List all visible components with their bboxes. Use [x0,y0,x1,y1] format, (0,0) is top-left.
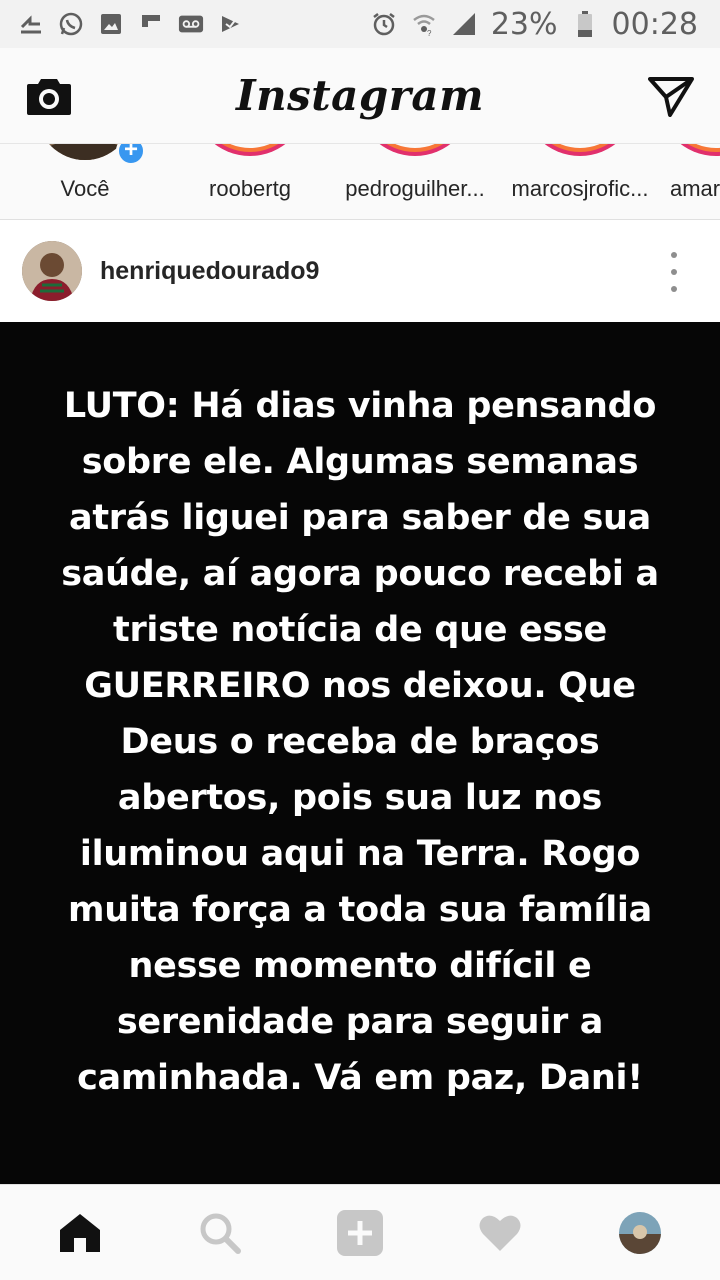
clock: 00:28 [611,6,698,42]
stories-tray: + Você roobertg pedroguilher... marcosjr… [0,144,720,220]
story-ring [200,144,300,160]
search-icon [200,1213,241,1254]
avatar[interactable] [22,241,82,301]
home-icon [60,1213,100,1252]
post-text-line: sobre ele. Algumas semanas [81,442,639,482]
post-text-line: abertos, pois sua luz nos [117,778,603,818]
post-text-line: Deus o receba de braços [120,722,600,762]
battery-percentage: 23% [490,6,558,42]
status-bar: ? 23% 00:28 [0,0,720,48]
story-label: pedroguilher... [345,176,485,201]
image-icon [98,11,124,37]
post-text-line: iluminou aqui na Terra. Rogo [79,834,641,874]
post-image-text: LUTO: Há dias vinha pensando sobre ele. … [40,378,680,1106]
story-ring [365,144,465,160]
camera-button[interactable] [24,71,74,121]
bottom-navigation [0,1184,720,1280]
camera-icon [27,78,71,115]
profile-avatar [619,1211,661,1254]
flipboard-icon [138,11,164,37]
svg-text:?: ? [427,29,432,37]
post-text-line: muita força a toda sua família [68,890,652,930]
whatsapp-icon [58,11,84,37]
post-text-line: caminhada. Vá em paz, Dani! [77,1058,643,1098]
story-label: marcosjrofic... [511,176,649,201]
post-text-line: nesse momento difícil e [128,946,592,986]
app-icon [218,11,244,37]
top-app-bar: Instagram [0,48,720,144]
wifi-icon: ? [411,11,437,37]
battery-icon [572,11,598,37]
post-text-line: serenidade para seguir a [116,1002,604,1042]
alarm-icon [371,11,397,37]
story-label: Você [60,176,110,201]
post-text-line: LUTO: Há dias vinha pensando [63,386,657,426]
download-icon [18,11,44,37]
status-bar-notifications [18,11,244,37]
nav-activity-button[interactable] [464,1197,536,1269]
story-label: roobertg [209,176,291,201]
direct-messages-button[interactable] [646,71,696,121]
post-header: henriquedourado9 [0,220,720,322]
paper-plane-icon [648,76,694,117]
add-post-icon [337,1209,383,1256]
post-text-line: triste notícia de que esse [113,610,607,650]
heart-icon [479,1215,521,1251]
add-story-icon[interactable]: + [116,144,146,166]
voicemail-icon [178,11,204,37]
post-text-line: saúde, aí agora pouco recebi a [61,554,659,594]
post-text-line: GUERREIRO nos deixou. Que [84,666,636,706]
more-options-icon[interactable] [664,252,684,292]
app-logo: Instagram [235,71,485,120]
story-label: amar [670,176,720,201]
status-bar-system: ? 23% 00:28 [371,7,698,42]
nav-search-button[interactable] [184,1197,256,1269]
signal-icon [451,11,477,37]
nav-profile-button[interactable] [604,1197,676,1269]
story-ring [530,144,630,160]
post-text-line: atrás liguei para saber de sua [69,498,651,538]
nav-add-post-button[interactable] [324,1197,396,1269]
nav-home-button[interactable] [44,1197,116,1269]
post-image[interactable]: LUTO: Há dias vinha pensando sobre ele. … [0,322,720,1184]
post-username[interactable]: henriquedourado9 [100,257,319,286]
story-ring [666,144,720,160]
